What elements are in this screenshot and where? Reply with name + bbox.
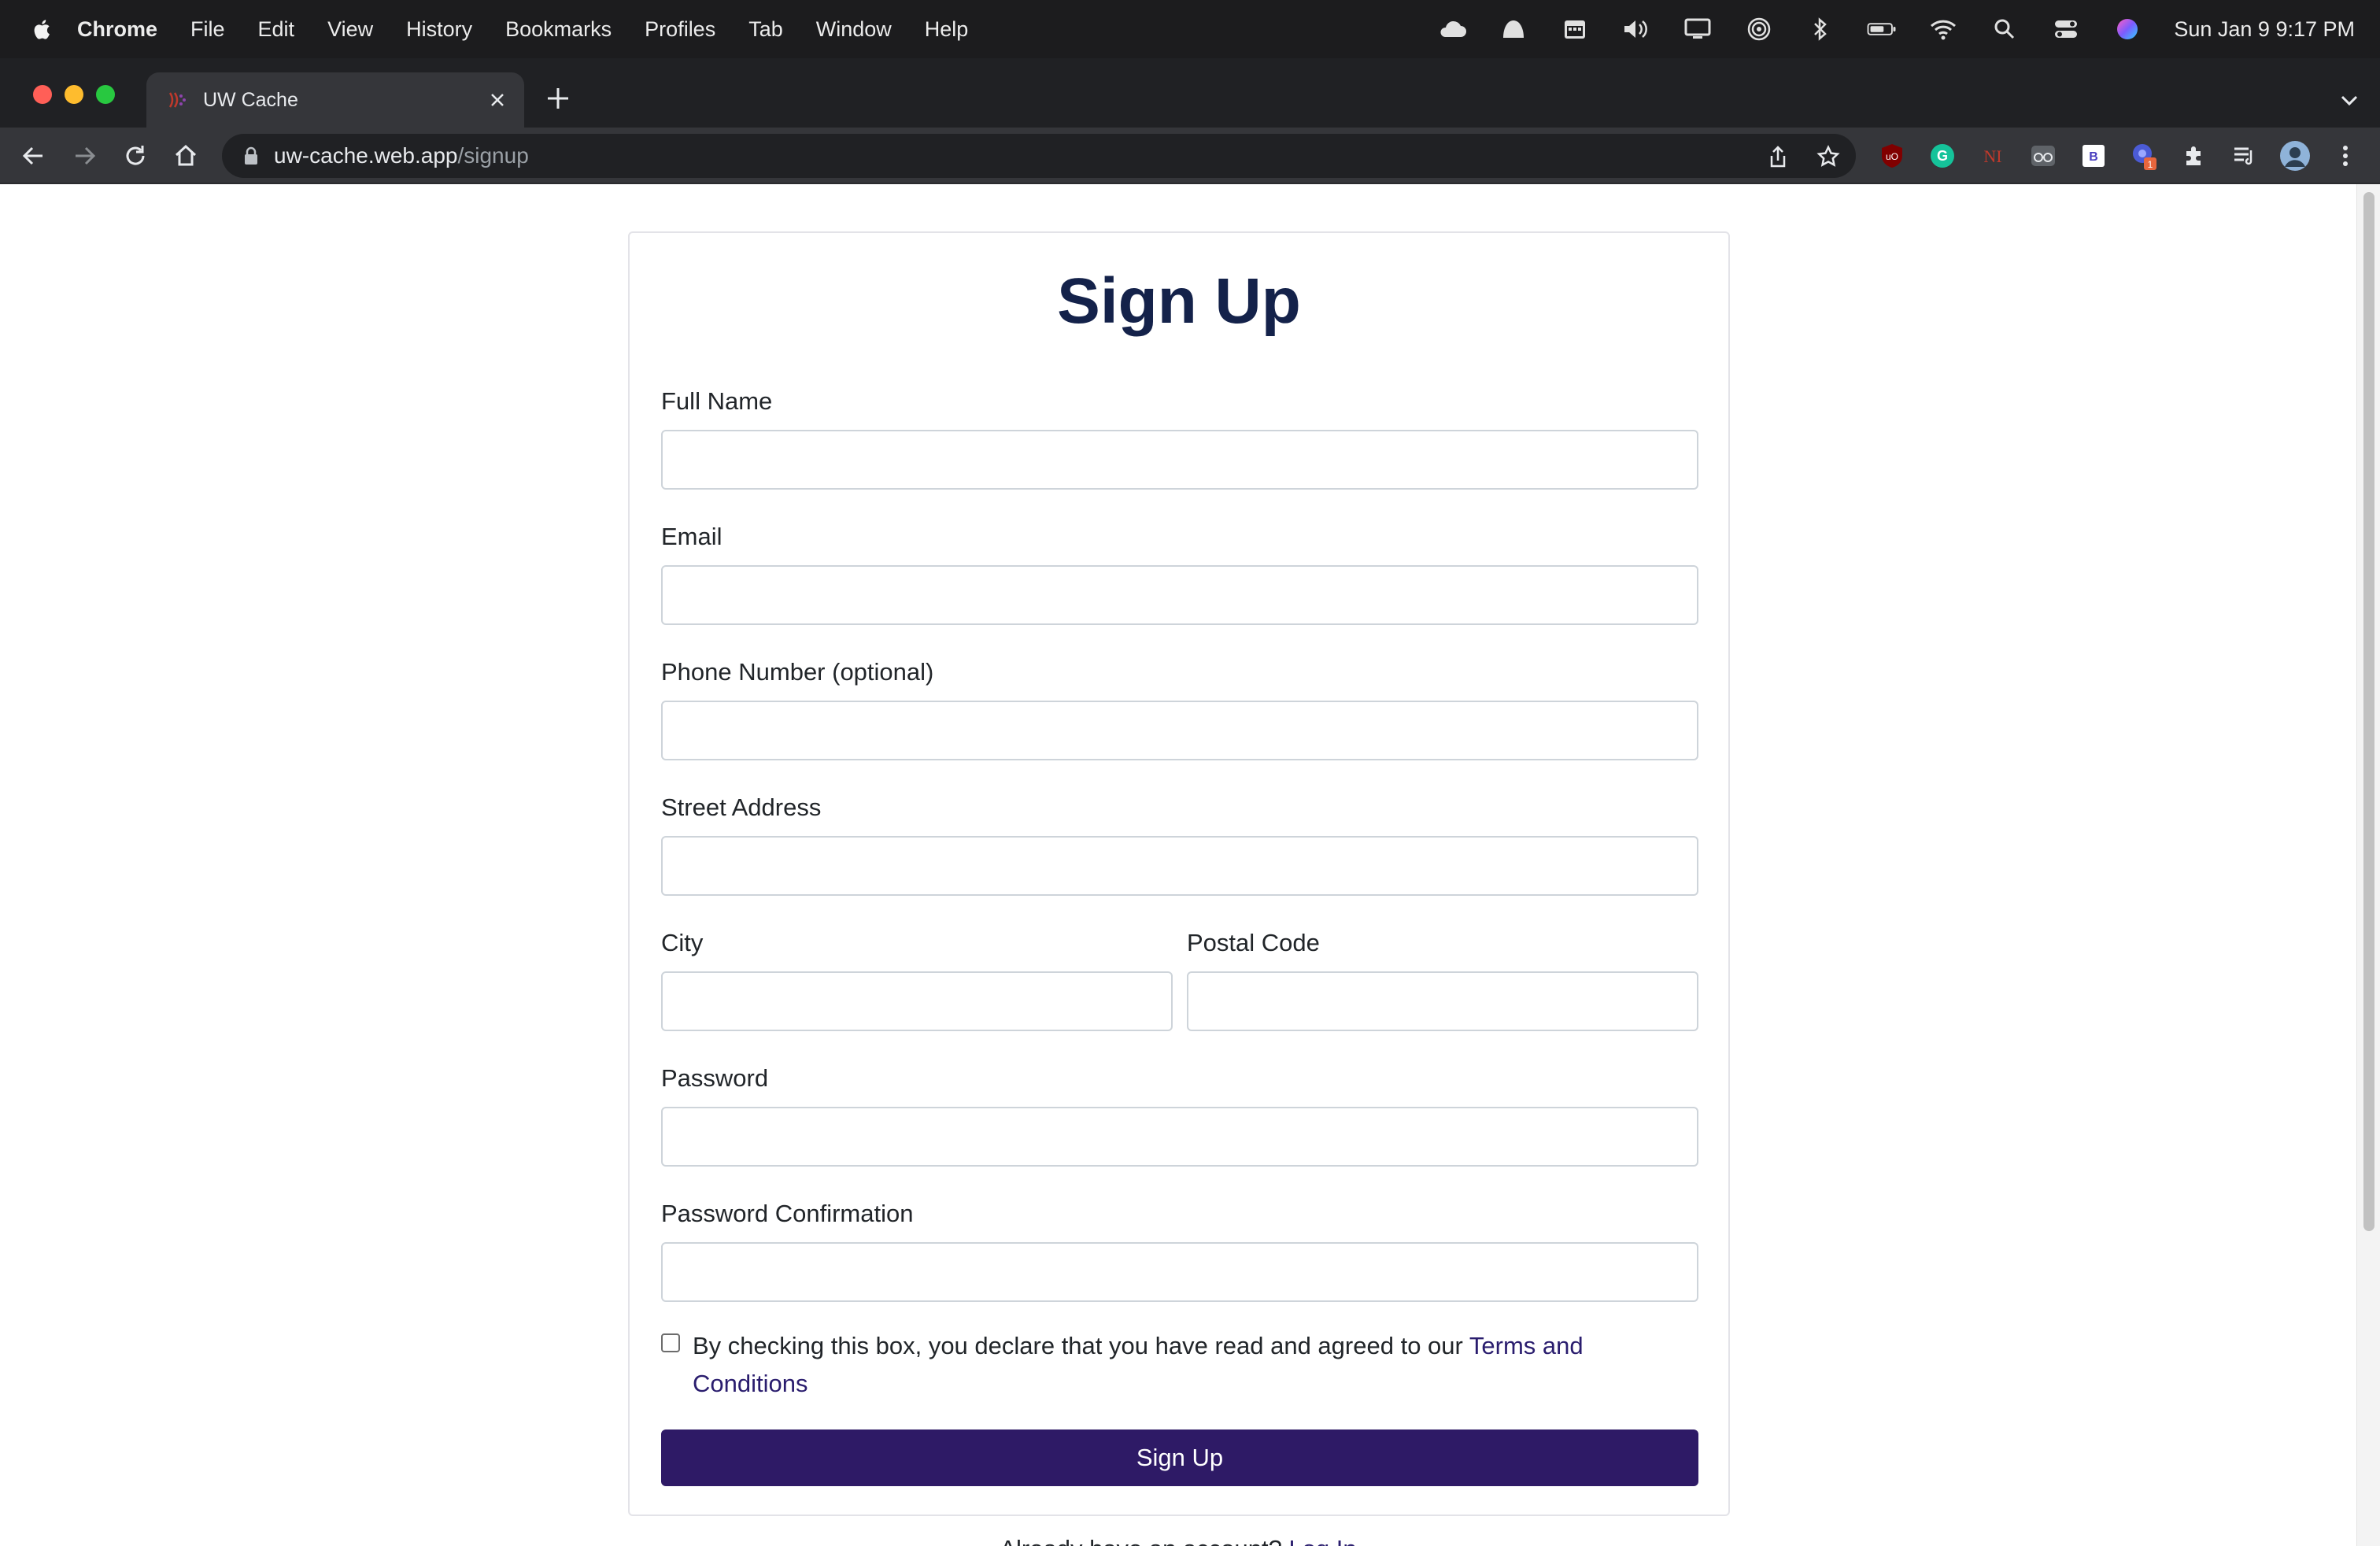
back-button[interactable] — [17, 140, 49, 172]
incognito-extension-icon[interactable] — [2027, 140, 2059, 172]
city-label: City — [661, 929, 704, 956]
reading-list-icon[interactable] — [2229, 140, 2260, 172]
menu-profiles[interactable]: Profiles — [645, 17, 715, 42]
new-tab-icon[interactable] — [545, 85, 571, 112]
menu-history[interactable]: History — [406, 17, 472, 42]
menu-file[interactable]: File — [190, 17, 225, 42]
email-label: Email — [661, 523, 722, 550]
city-input[interactable] — [661, 971, 1173, 1031]
password-confirmation-label: Password Confirmation — [661, 1200, 914, 1227]
signup-card: Sign Up Full Name Email Phone Number (op… — [628, 231, 1730, 1516]
page-viewport: Sign Up Full Name Email Phone Number (op… — [0, 184, 2356, 1546]
address-bar[interactable]: uw-cache.web.app/signup — [222, 134, 1856, 178]
menu-tab[interactable]: Tab — [748, 17, 783, 42]
close-window-button[interactable] — [33, 85, 52, 104]
spotlight-search-icon[interactable] — [1990, 16, 2020, 43]
cloud-icon[interactable] — [1437, 16, 1467, 43]
grammarly-extension-icon[interactable]: G — [1927, 140, 1958, 172]
terms-text: By checking this box, you declare that y… — [693, 1327, 1684, 1403]
tab-title: UW Cache — [203, 88, 298, 111]
postal-code-label: Postal Code — [1187, 929, 1320, 956]
phone-label: Phone Number (optional) — [661, 658, 934, 686]
svg-text:NI: NI — [1983, 146, 2001, 166]
apple-icon[interactable] — [33, 19, 50, 39]
url-text[interactable]: uw-cache.web.app/signup — [274, 143, 529, 168]
postal-code-input[interactable] — [1187, 971, 1698, 1031]
svg-text:G: G — [1937, 148, 1948, 164]
battery-icon[interactable] — [1867, 16, 1897, 43]
favicon-icon — [168, 92, 186, 108]
lock-icon[interactable] — [242, 146, 260, 165]
siri-icon[interactable] — [2112, 16, 2142, 43]
login-link[interactable]: Log In — [1288, 1535, 1356, 1546]
menu-help[interactable]: Help — [925, 17, 969, 42]
profile-avatar[interactable] — [2279, 140, 2311, 172]
password-label: Password — [661, 1064, 769, 1092]
b-extension-icon[interactable]: B — [2078, 140, 2109, 172]
terms-statement: By checking this box, you declare that y… — [693, 1332, 1469, 1359]
bluetooth-icon[interactable] — [1805, 16, 1835, 43]
password-confirmation-input[interactable] — [661, 1242, 1698, 1302]
menu-bookmarks[interactable]: Bookmarks — [505, 17, 612, 42]
login-prompt: Already have an account? Log In — [0, 1535, 2356, 1546]
email-input[interactable] — [661, 565, 1698, 625]
login-prompt-text: Already have an account? — [1000, 1535, 1288, 1546]
menu-window[interactable]: Window — [816, 17, 892, 42]
puzzle-badge-extension-icon[interactable]: 1 — [2128, 140, 2160, 172]
url-path: /signup — [457, 143, 529, 168]
bookmark-star-icon[interactable] — [1815, 143, 1842, 170]
password-input[interactable] — [661, 1107, 1698, 1167]
volume-icon[interactable] — [1621, 16, 1651, 43]
calendar-icon[interactable] — [1560, 16, 1590, 43]
airdrop-icon[interactable] — [1744, 16, 1774, 43]
terms-checkbox[interactable] — [661, 1333, 680, 1352]
share-icon[interactable] — [1765, 143, 1791, 170]
street-address-label: Street Address — [661, 793, 822, 821]
minimize-window-button[interactable] — [65, 85, 83, 104]
control-center-icon[interactable] — [2051, 16, 2081, 43]
close-tab-icon[interactable] — [486, 89, 508, 111]
status-area: Sun Jan 9 9:17 PM — [1406, 0, 2355, 58]
page-scrollbar[interactable] — [2356, 184, 2380, 1546]
street-address-input[interactable] — [661, 836, 1698, 896]
full-name-input[interactable] — [661, 430, 1698, 490]
home-button[interactable] — [170, 140, 201, 172]
zoom-window-button[interactable] — [96, 85, 115, 104]
tab-uw-cache[interactable]: UW Cache — [146, 72, 524, 128]
sign-up-button[interactable]: Sign Up — [661, 1429, 1698, 1486]
page-title: Sign Up — [1057, 265, 1301, 337]
reload-button[interactable] — [120, 140, 151, 172]
full-name-label: Full Name — [661, 387, 773, 415]
url-host: uw-cache.web.app — [274, 143, 458, 168]
tab-search-chevron-icon[interactable] — [2338, 88, 2361, 112]
notion-extension-icon[interactable]: NI — [1977, 140, 2009, 172]
macos-menubar: Chrome File Edit View History Bookmarks … — [0, 0, 2380, 58]
svg-text:B: B — [2089, 150, 2098, 164]
chrome-menu-kebab-icon[interactable] — [2330, 140, 2361, 172]
ghost-icon[interactable] — [1499, 16, 1528, 43]
menu-app-name[interactable]: Chrome — [77, 17, 157, 42]
extension-badge-count: 1 — [2148, 159, 2153, 170]
forward-button[interactable] — [69, 140, 101, 172]
scrollbar-thumb[interactable] — [2363, 192, 2374, 1231]
menubar-clock[interactable]: Sun Jan 9 9:17 PM — [2174, 17, 2355, 42]
phone-input[interactable] — [661, 701, 1698, 760]
wifi-icon[interactable] — [1928, 16, 1958, 43]
menu-view[interactable]: View — [327, 17, 373, 42]
display-icon[interactable] — [1683, 16, 1713, 43]
menu-edit[interactable]: Edit — [258, 17, 295, 42]
svg-text:uO: uO — [1886, 151, 1898, 162]
ublock-extension-icon[interactable]: uO — [1876, 140, 1908, 172]
extensions-puzzle-icon[interactable] — [2179, 140, 2210, 172]
